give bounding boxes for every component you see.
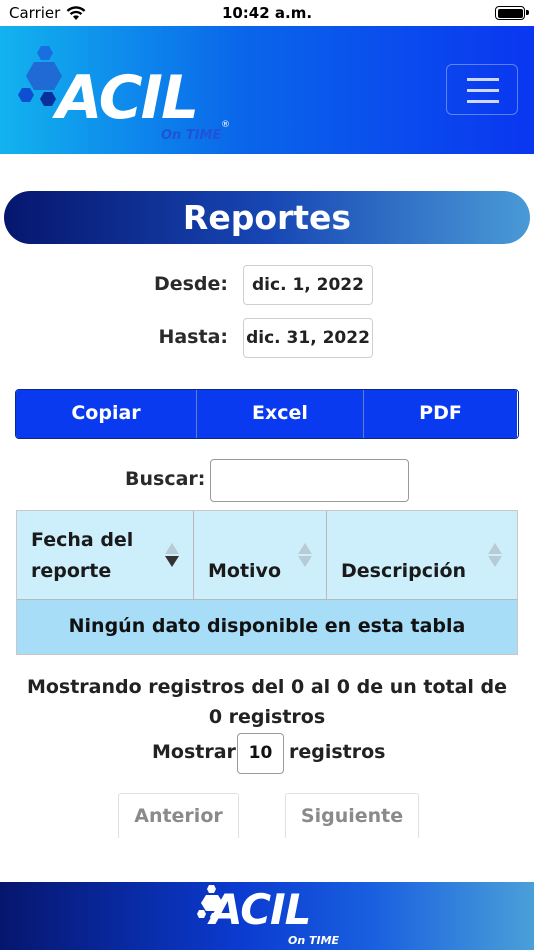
column-header-label: Motivo — [208, 560, 281, 582]
to-date-row: Hasta: dic. 31, 2022 — [0, 318, 534, 358]
footer-logo-tagline: On TIME — [288, 934, 340, 947]
page-length-label-before: Mostrar — [152, 741, 236, 763]
logo-wordmark: ACIL — [56, 63, 199, 133]
hamburger-icon-line-2 — [467, 89, 499, 92]
page-length-select[interactable]: 10 — [237, 733, 284, 774]
page-title: Reportes — [182, 198, 352, 237]
logo-tagline: On TIME — [161, 128, 222, 143]
status-bar: Carrier 10:42 a.m. — [0, 0, 534, 26]
table-info-text: Mostrando registros del 0 al 0 de un tot… — [26, 676, 508, 728]
search-label: Buscar: — [125, 468, 206, 490]
clock: 10:42 a.m. — [221, 4, 313, 22]
pdf-button[interactable]: PDF — [364, 390, 517, 438]
to-date-input[interactable]: dic. 31, 2022 — [243, 318, 373, 358]
column-header-reason[interactable]: Motivo — [194, 511, 327, 599]
sort-icon — [298, 543, 312, 567]
table-header: Fecha del reporte Motivo Descripción — [17, 511, 517, 600]
sort-descending-icon — [165, 543, 179, 567]
footer-logo-wordmark: ACIL — [210, 885, 311, 934]
empty-table-message: Ningún dato disponible en esta tabla — [17, 600, 517, 654]
copy-button[interactable]: Copiar — [16, 390, 197, 438]
hamburger-icon-line-1 — [467, 78, 499, 81]
export-button-group: Copiar Excel PDF — [15, 389, 519, 439]
to-date-label: Hasta: — [158, 326, 228, 348]
app-header: ACIL ® On TIME — [0, 26, 534, 154]
reports-table: Fecha del reporte Motivo Descripción Nin… — [16, 510, 518, 655]
sort-icon — [488, 543, 502, 567]
excel-button[interactable]: Excel — [197, 390, 364, 438]
page-title-bar: Reportes — [4, 191, 530, 244]
battery-icon — [495, 6, 529, 20]
hamburger-icon-line-3 — [467, 100, 499, 103]
app-footer: ACIL On TIME — [0, 882, 534, 950]
search-input[interactable] — [210, 459, 409, 502]
from-date-label: Desde: — [153, 273, 228, 295]
column-header-report-date[interactable]: Fecha del reporte — [17, 511, 194, 599]
column-header-label: Descripción — [341, 560, 467, 582]
acil-logo[interactable]: ACIL ® On TIME — [16, 44, 256, 144]
from-date-input[interactable]: dic. 1, 2022 — [243, 265, 373, 305]
registered-mark: ® — [221, 120, 230, 130]
from-date-row: Desde: dic. 1, 2022 — [0, 265, 534, 305]
page-length-label-after: registros — [289, 741, 386, 763]
previous-page-button[interactable]: Anterior — [118, 793, 239, 838]
next-page-button[interactable]: Siguiente — [285, 793, 419, 838]
page-length-control: Mostrar 10 registros — [0, 733, 534, 774]
hamburger-menu-button[interactable] — [446, 64, 518, 115]
column-header-label: Fecha del reporte — [31, 529, 134, 582]
column-header-description[interactable]: Descripción — [327, 511, 516, 599]
